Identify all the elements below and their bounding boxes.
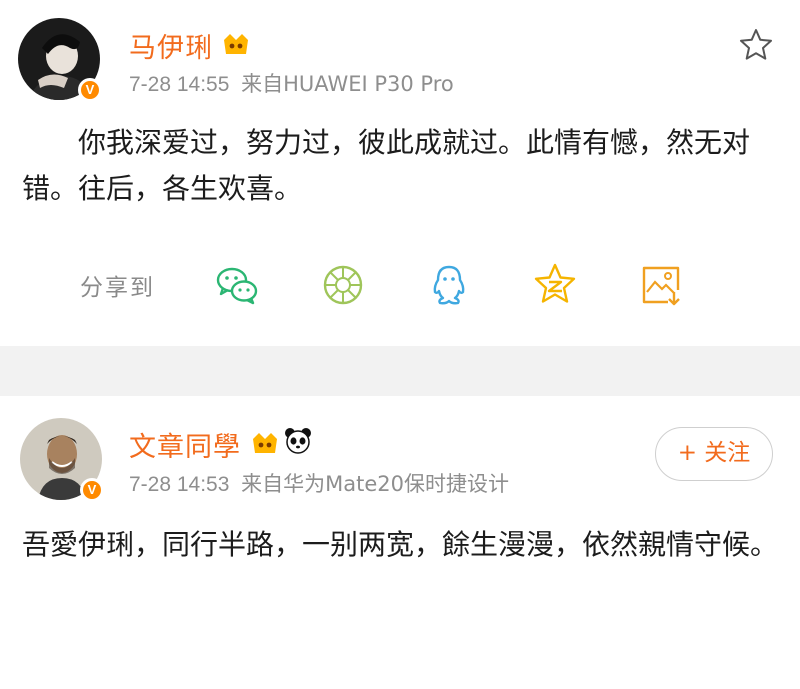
- avatar[interactable]: V: [18, 18, 102, 102]
- post-source: 来自华为Mate20保时捷设计: [241, 472, 509, 496]
- member-crown-icon: [253, 433, 277, 453]
- post-meta: 7-28 14:55 来自HUAWEI P30 Pro: [129, 68, 454, 98]
- author-name[interactable]: 马伊琍: [129, 26, 213, 65]
- save-image-icon[interactable]: [638, 262, 684, 308]
- verified-badge: V: [78, 78, 102, 102]
- qzone-icon[interactable]: [532, 262, 578, 308]
- author-name[interactable]: 文章同學: [129, 425, 241, 464]
- verified-badge: V: [80, 478, 104, 502]
- favorite-star-icon[interactable]: [738, 27, 774, 63]
- moments-icon[interactable]: [320, 262, 366, 308]
- panda-icon: [285, 428, 311, 454]
- avatar[interactable]: V: [20, 418, 104, 502]
- wechat-icon[interactable]: [214, 262, 260, 308]
- post-text: 你我深爱过，努力过，彼此成就过。此情有憾，然无对错。往后，各生欢喜。: [22, 126, 751, 205]
- member-crown-icon: [224, 34, 248, 54]
- post-meta: 7-28 14:53 来自华为Mate20保时捷设计: [129, 468, 509, 498]
- post-card: V 马伊琍 7-28 14:55 来自HUAWEI P30 Pro 你我深爱过，…: [0, 0, 800, 346]
- qq-icon[interactable]: [426, 262, 472, 308]
- follow-button[interactable]: + 关注: [655, 427, 773, 481]
- post-time: 7-28 14:53: [129, 473, 230, 496]
- post-time: 7-28 14:55: [129, 73, 230, 96]
- post-source: 来自HUAWEI P30 Pro: [241, 72, 454, 96]
- share-label: 分享到: [80, 275, 155, 301]
- post-text: 吾愛伊琍，同行半路，一别两宽，餘生漫漫，依然親情守候。: [22, 528, 779, 561]
